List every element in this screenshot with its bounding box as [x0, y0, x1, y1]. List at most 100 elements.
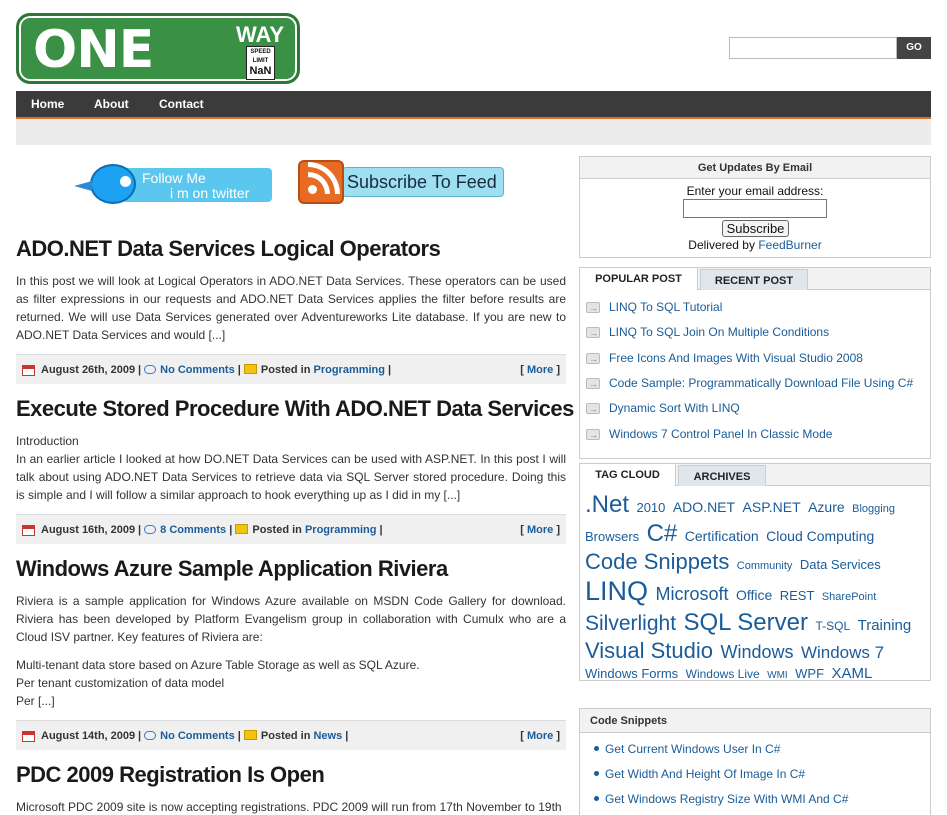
- delivered-by: Delivered by FeedBurner: [688, 238, 822, 252]
- code-snippets-heading: Code Snippets: [580, 709, 930, 733]
- tag-link[interactable]: 2010: [636, 500, 665, 515]
- rss-icon: [298, 160, 344, 204]
- post-date: August 16th, 2009: [41, 524, 136, 536]
- site-logo[interactable]: ONE .NET WAY SPEED LIMIT NaN: [16, 13, 300, 140]
- tag-link[interactable]: Code Snippets: [585, 549, 729, 574]
- comments-link[interactable]: No Comments: [160, 364, 235, 376]
- tag-link[interactable]: REST: [780, 588, 815, 603]
- nav-home[interactable]: Home: [31, 91, 64, 118]
- twitter-bird-icon: [90, 164, 136, 204]
- tag-link[interactable]: Community: [737, 560, 793, 572]
- tag-link[interactable]: Browsers: [585, 529, 639, 544]
- nav-contact[interactable]: Contact: [159, 91, 204, 118]
- tag-link[interactable]: Blogging: [852, 503, 895, 515]
- feedburner-link[interactable]: FeedBurner: [758, 238, 821, 252]
- post-date: August 26th, 2009: [41, 364, 136, 376]
- post-title[interactable]: ADO.NET Data Services Logical Operators: [16, 236, 441, 262]
- rss-subscribe-badge[interactable]: Subscribe To Feed: [298, 160, 506, 204]
- arrow-bullet-icon: [586, 374, 600, 394]
- post-meta: August 26th, 2009 | No Comments | Posted…: [16, 354, 566, 384]
- comment-icon: [144, 525, 157, 534]
- tag-link[interactable]: Microsoft: [655, 584, 728, 604]
- more-link[interactable]: More: [527, 524, 553, 536]
- calendar-icon: [22, 365, 35, 376]
- calendar-icon: [22, 731, 35, 742]
- folder-icon: [235, 524, 249, 534]
- tag-link[interactable]: Windows Live: [686, 667, 760, 681]
- twitter-badge-text: Follow Me i m on twitter: [122, 168, 272, 202]
- tag-link[interactable]: Windows: [720, 642, 793, 662]
- email-field[interactable]: [683, 199, 827, 218]
- calendar-icon: [22, 525, 35, 536]
- post-title[interactable]: Execute Stored Procedure With ADO.NET Da…: [16, 396, 574, 422]
- list-item[interactable]: Get Width And Height Of Image In C#: [594, 767, 805, 781]
- post-date: August 14th, 2009: [41, 730, 136, 742]
- tag-link[interactable]: Windows Forms: [585, 666, 678, 681]
- tag-link[interactable]: WPF: [795, 666, 824, 681]
- tag-cloud-box: TAG CLOUD ARCHIVES .Net 2010 ADO.NET ASP…: [579, 463, 931, 684]
- tag-link[interactable]: Office: [736, 587, 772, 603]
- post-excerpt: In this post we will look at Logical Ope…: [16, 274, 566, 342]
- post-title[interactable]: PDC 2009 Registration Is Open: [16, 762, 325, 788]
- tab-tag-cloud[interactable]: TAG CLOUD: [580, 464, 676, 486]
- rss-badge-text: Subscribe To Feed: [342, 167, 504, 197]
- tag-link[interactable]: Azure: [808, 499, 845, 515]
- logo-way: WAY: [236, 22, 285, 47]
- tag-link[interactable]: C#: [647, 520, 678, 547]
- search-input[interactable]: [729, 37, 897, 59]
- twitter-follow-badge[interactable]: Follow Me i m on twitter: [74, 164, 272, 205]
- post-excerpt: Riviera is a sample application for Wind…: [16, 594, 566, 708]
- tag-cloud: .Net 2010 ADO.NET ASP.NET Azure Blogging…: [585, 490, 925, 684]
- tag-link[interactable]: T-SQL: [815, 619, 850, 633]
- tag-link[interactable]: ADO.NET: [673, 499, 735, 515]
- more-link[interactable]: More: [527, 730, 553, 742]
- arrow-bullet-icon: [586, 349, 600, 369]
- posted-in-label: Posted in: [260, 730, 311, 742]
- tag-link[interactable]: WMI: [767, 670, 788, 681]
- bullet-icon: [594, 746, 599, 751]
- tag-link[interactable]: Silverlight: [585, 612, 676, 635]
- comments-link[interactable]: 8 Comments: [160, 524, 226, 536]
- popular-recent-box: POPULAR POST RECENT POST LINQ To SQL Tut…: [579, 267, 931, 459]
- arrow-bullet-icon: [586, 399, 600, 419]
- search-button[interactable]: GO: [897, 37, 931, 59]
- tab-archives[interactable]: ARCHIVES: [678, 465, 766, 486]
- folder-icon: [243, 364, 257, 374]
- list-item[interactable]: Get Current Windows User In C#: [594, 742, 780, 756]
- arrow-bullet-icon: [586, 425, 600, 445]
- post-excerpt: Microsoft PDC 2009 site is now accepting…: [16, 800, 562, 814]
- tag-link[interactable]: .Net: [585, 491, 629, 518]
- cloud-tabs: TAG CLOUD ARCHIVES: [580, 464, 930, 486]
- category-link[interactable]: News: [313, 730, 342, 742]
- tab-popular-post[interactable]: POPULAR POST: [580, 268, 698, 290]
- tab-recent-post[interactable]: RECENT POST: [700, 269, 808, 290]
- tag-link[interactable]: ASP.NET: [743, 499, 801, 515]
- post-meta: August 16th, 2009 | 8 Comments | Posted …: [16, 514, 566, 544]
- nav-about[interactable]: About: [94, 91, 129, 118]
- folder-icon: [243, 730, 257, 740]
- tag-link[interactable]: SQL Server: [684, 609, 809, 636]
- post-title[interactable]: Windows Azure Sample Application Riviera: [16, 556, 448, 582]
- tag-link[interactable]: XAML: [831, 665, 872, 682]
- tag-link[interactable]: Data Services: [800, 557, 881, 572]
- tag-link[interactable]: Training: [858, 617, 912, 634]
- speed-limit-sign-icon: SPEED LIMIT NaN: [246, 46, 275, 80]
- post-excerpt: Introduction In an earlier article I loo…: [16, 434, 566, 502]
- posted-in-label: Posted in: [252, 524, 302, 536]
- tag-link[interactable]: Cloud Computing: [766, 528, 874, 544]
- bullet-icon: [594, 771, 599, 776]
- arrow-bullet-icon: [586, 323, 600, 343]
- tag-link[interactable]: Visual Studio: [585, 638, 713, 663]
- tag-link[interactable]: SharePoint: [822, 591, 876, 603]
- tag-link[interactable]: LINQ: [585, 576, 648, 606]
- list-item[interactable]: Get Windows Registry Size With WMI And C…: [594, 792, 848, 806]
- category-link[interactable]: Programming: [313, 364, 385, 376]
- comments-link[interactable]: No Comments: [160, 730, 235, 742]
- subscribe-button[interactable]: Subscribe: [722, 220, 789, 237]
- more-link[interactable]: More: [527, 364, 553, 376]
- category-link[interactable]: Programming: [305, 524, 377, 536]
- tag-link[interactable]: Certification: [685, 528, 759, 544]
- tag-link[interactable]: Windows 7: [801, 643, 884, 662]
- bird-beak: [74, 181, 92, 191]
- arrow-bullet-icon: [586, 298, 600, 318]
